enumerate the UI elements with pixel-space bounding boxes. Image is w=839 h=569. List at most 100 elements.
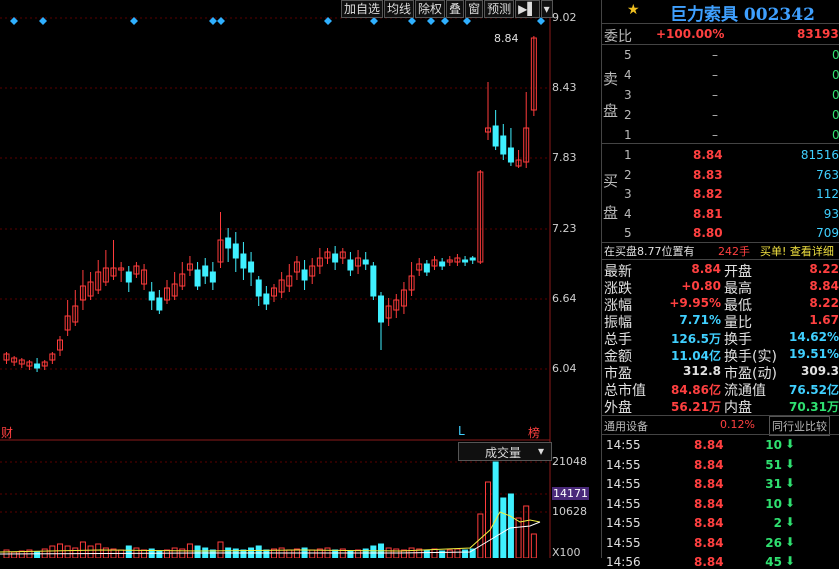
volume-bar — [309, 549, 316, 558]
sell-side-label: 卖 — [603, 70, 619, 88]
candle-body — [255, 279, 262, 297]
candle-body — [370, 265, 377, 297]
adjust-button[interactable]: 除权 — [415, 0, 446, 18]
industry-pct: 0.12% — [720, 418, 755, 431]
collapse-icon[interactable]: ▶▌ — [515, 0, 540, 18]
tick-price: 8.84 — [694, 477, 724, 491]
quote-value: 8.22 — [809, 262, 839, 276]
volume-bar — [263, 549, 270, 558]
volume-bar — [34, 551, 41, 558]
buy-level: 1 — [624, 148, 632, 162]
forecast-button[interactable]: 预测 — [484, 0, 515, 18]
quote-value: 309.3 — [801, 364, 839, 378]
volume-tick: 10628 — [552, 505, 587, 518]
price-tick: 9.02 — [552, 11, 577, 24]
tick-price: 8.84 — [694, 516, 724, 530]
sell-level: 1 — [624, 128, 632, 142]
event-marker — [441, 17, 449, 25]
volume-bar — [530, 533, 537, 558]
buy-price: 8.81 — [693, 206, 723, 221]
sell-volume: 0 — [832, 68, 839, 82]
arrow-down-icon: ⬇ — [785, 456, 796, 471]
candle-body — [248, 261, 255, 273]
quote-value: 76.52亿 — [789, 383, 839, 397]
tick-volume: 26 — [765, 535, 782, 550]
event-marker — [217, 17, 225, 25]
volume-unit: X100 — [552, 546, 581, 559]
tick-volume: 51 — [765, 457, 782, 472]
arrow-down-icon: ⬇ — [785, 476, 796, 490]
sell-price: – — [712, 68, 718, 82]
industry-name[interactable]: 通用设备 — [604, 418, 648, 434]
stock-title: 巨力索具 002342 — [670, 0, 815, 25]
volume-bar — [255, 545, 262, 558]
quote-value: 19.51% — [789, 347, 839, 361]
candle-body — [423, 263, 430, 273]
chevron-down-icon[interactable]: ▾ — [540, 0, 553, 18]
add-watch-button[interactable]: 加自选 — [341, 0, 384, 18]
volume-bar — [164, 549, 170, 558]
tick-volume: 31 — [765, 477, 782, 491]
volume-bar — [118, 549, 125, 558]
volume-ma-line — [0, 511, 541, 553]
volume-bar — [446, 549, 453, 558]
quote-value: 56.21万 — [671, 400, 721, 414]
volume-bar — [515, 517, 522, 558]
tick-time: 14:55 — [606, 438, 641, 452]
volume-bar — [485, 481, 491, 558]
buy-level: 2 — [624, 167, 632, 182]
rank-marker[interactable]: 榜 — [528, 424, 540, 441]
volume-bar — [240, 549, 247, 558]
tick-price: 8.84 — [694, 496, 724, 511]
candle-body — [507, 147, 514, 163]
candle-body — [240, 253, 247, 269]
buy-volume: 763 — [816, 167, 839, 182]
quote-value: 7.71% — [679, 313, 721, 327]
volume-bar — [500, 497, 507, 558]
quote-value: 312.8 — [683, 364, 721, 378]
arrow-down-icon: ⬇ — [785, 515, 796, 529]
volume-bar — [507, 493, 514, 558]
volume-bar — [49, 545, 56, 558]
candle-body — [194, 269, 201, 287]
finance-marker[interactable]: 财 — [1, 424, 13, 441]
queue-text: 在买盘8.77位置有 — [604, 245, 695, 258]
overlay-button[interactable]: 叠 — [446, 0, 465, 18]
buy-level: 5 — [624, 226, 632, 240]
ma-button[interactable]: 均线 — [384, 0, 415, 18]
volume-bar — [87, 545, 94, 558]
l-marker[interactable]: L — [458, 424, 465, 438]
volume-bar — [125, 545, 132, 558]
sell-volume: 0 — [832, 48, 839, 62]
sell-level: 3 — [624, 88, 632, 102]
industry-compare-button[interactable]: 同行业比较 — [769, 416, 830, 436]
star-icon[interactable]: ★ — [627, 2, 640, 18]
volume-current-tick: 14171 — [552, 487, 589, 500]
candle-body — [148, 291, 155, 301]
tick-time: 14:56 — [606, 555, 641, 569]
quote-label: 内盘 — [724, 400, 752, 416]
quote-value: 70.31万 — [789, 400, 839, 414]
kline-chart[interactable] — [0, 0, 600, 558]
volume-bar — [492, 461, 499, 558]
volume-indicator-select[interactable]: 成交量 ▾ — [458, 442, 552, 461]
sell-price: – — [712, 48, 718, 62]
sell-side-label: 盘 — [603, 102, 619, 120]
buy-price: 8.84 — [693, 148, 723, 162]
volume-bar — [332, 549, 339, 558]
volume-bar — [347, 550, 354, 558]
candle-body — [378, 295, 384, 323]
candle-body — [500, 135, 507, 155]
queue-detail-link[interactable]: 买单! 查看详细 — [760, 243, 834, 259]
buy-level: 4 — [624, 206, 632, 221]
candle-body — [301, 269, 308, 281]
price-tick: 7.83 — [552, 151, 577, 164]
volume-bar — [72, 547, 79, 558]
volume-bar — [194, 545, 201, 558]
candle-body — [209, 271, 216, 283]
window-button[interactable]: 窗 — [465, 0, 484, 18]
weibi-label: 委比 — [604, 29, 632, 45]
volume-bar — [64, 545, 71, 558]
price-tick: 6.04 — [552, 362, 577, 375]
candle-body — [492, 125, 499, 147]
